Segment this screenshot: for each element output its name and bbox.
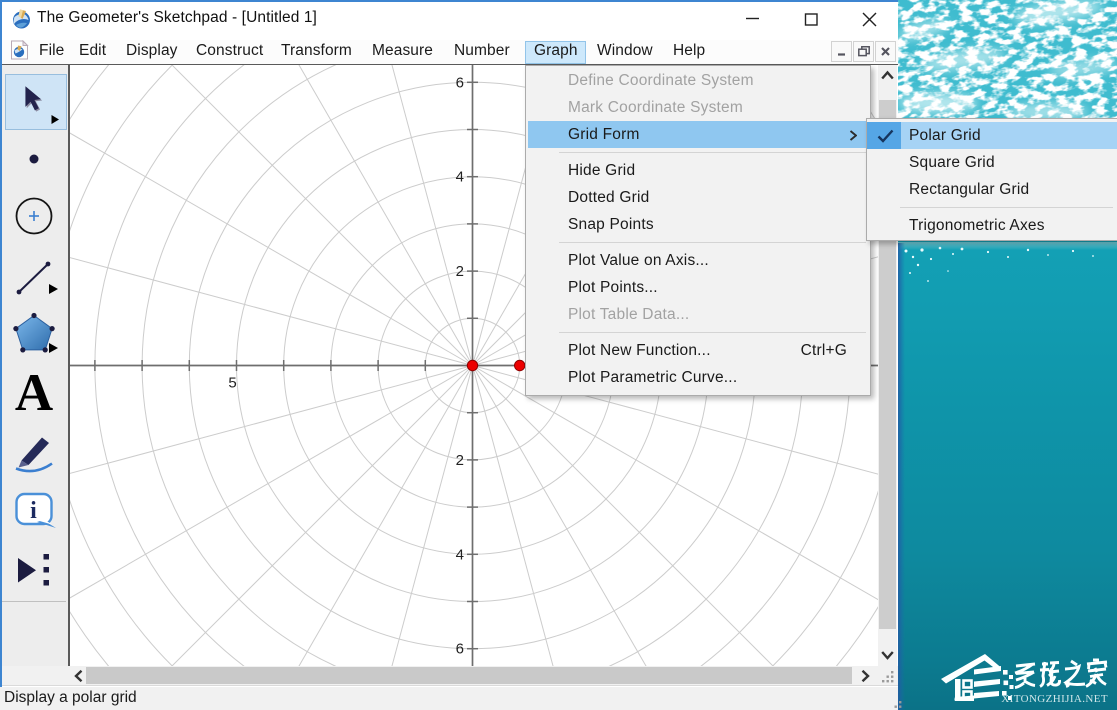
svg-text:XITONGZHIJIA.NET: XITONGZHIJIA.NET [1001, 693, 1108, 705]
svg-text:2: 2 [456, 263, 464, 280]
svg-text:4: 4 [456, 546, 464, 563]
svg-text:6: 6 [456, 74, 464, 91]
svg-text:A: A [15, 364, 53, 422]
svg-text:i: i [30, 498, 37, 524]
svg-text:6: 6 [456, 641, 464, 658]
svg-text:5: 5 [228, 375, 236, 392]
svg-text:2: 2 [456, 452, 464, 469]
svg-text:4: 4 [456, 169, 464, 186]
